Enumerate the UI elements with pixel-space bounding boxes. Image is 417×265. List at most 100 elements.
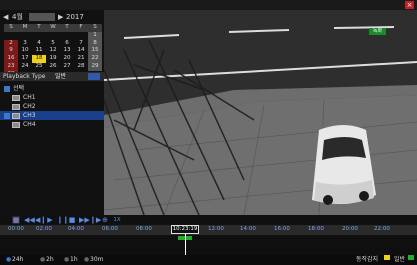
next-month-button[interactable]: ▶ [58, 12, 63, 22]
step-back-icon[interactable]: ◀❙ [35, 216, 46, 224]
legend-color-swatch [408, 255, 414, 260]
weekday-label: M [18, 24, 32, 32]
tree-item-ch4[interactable]: CH4 [0, 120, 104, 129]
calendar-weekday-row: SMTWTFS [4, 24, 102, 32]
legend-label: 동작감지 [356, 256, 379, 263]
camera-icon [12, 112, 20, 119]
camera-icon [12, 94, 20, 101]
cursor-time-label: 10:23:19 [171, 225, 199, 234]
time-cursor[interactable] [185, 234, 186, 255]
calendar-day[interactable]: 23 [4, 62, 18, 71]
calendar-day[interactable]: 11 [32, 47, 46, 55]
calendar-day[interactable]: 9 [4, 47, 18, 56]
time-tick-label: 20:00 [342, 226, 358, 232]
tree-root[interactable]: 선택 [0, 84, 104, 93]
parked-car [312, 125, 376, 205]
calendar-grid: S M T W T F S 1 2 3 4 5 6 7 8 9 10 11 12 13 14 15 16 17 18 19 20 21… [4, 24, 102, 79]
close-button[interactable]: × [405, 1, 414, 9]
calendar-day[interactable]: 22 [88, 55, 102, 63]
time-tick-label: 22:00 [374, 226, 390, 232]
time-tick-label: 14:00 [240, 226, 256, 232]
calendar-week-row: 16 17 18 19 20 21 22 [4, 55, 102, 63]
tree-item-ch2[interactable]: CH2 [0, 102, 104, 111]
calendar-day[interactable]: 7 [74, 40, 88, 48]
tree-item-ch1[interactable]: CH1 [0, 93, 104, 102]
step-forward-icon[interactable]: ❙▶ [90, 216, 101, 224]
calendar-day[interactable]: 14 [74, 47, 88, 55]
video-view[interactable]: 녹화 [104, 10, 417, 215]
radio-icon[interactable]: ● [64, 255, 69, 265]
calendar-day[interactable]: 1 [88, 31, 102, 40]
calendar-day [32, 32, 46, 40]
weekday-label: T [60, 24, 74, 32]
zoom-option-1h[interactable]: 1h [70, 255, 78, 265]
time-tick-label: 06:00 [102, 226, 118, 232]
play-icon[interactable]: ▶ [46, 216, 54, 224]
year-label: 2017 [66, 13, 84, 21]
speed-label[interactable]: 1X [111, 216, 123, 224]
radio-icon[interactable]: ● [40, 255, 45, 265]
radio-icon[interactable]: ● [6, 255, 11, 265]
calendar-day[interactable]: 17 [18, 55, 32, 63]
checkbox-icon[interactable] [4, 85, 10, 92]
bottom-bar: ● 24h ● 2h ● 1h ● 30m 동작감지 일반 [0, 255, 417, 265]
playback-type-dropdown[interactable] [88, 73, 100, 80]
calendar-day[interactable]: 21 [74, 55, 88, 63]
calendar-day[interactable]: 12 [46, 47, 60, 55]
month-label: 4월 [12, 13, 23, 21]
calendar-day[interactable]: 18 [32, 55, 46, 63]
left-panel: ◀ 4월 ▶ 2017 S M T W T F S 1 2 3 4 5 6 7 8 9 10 11 12 13 14 15… [0, 10, 104, 215]
timeline[interactable]: 00:00 02:00 04:00 06:00 08:00 12:00 14:00 16:00… [0, 225, 417, 255]
zoom-option-30m[interactable]: 30m [90, 255, 103, 265]
zoom-option-24h[interactable]: 24h [12, 255, 23, 265]
weekday-label: T [32, 24, 46, 32]
calendar-day[interactable]: 28 [74, 63, 88, 71]
channel-label: CH2 [23, 103, 36, 110]
calendar-day[interactable]: 27 [60, 63, 74, 71]
calendar-day[interactable]: 24 [18, 63, 32, 71]
weekday-label: S [88, 24, 102, 32]
mode-icon[interactable]: ▦ [12, 216, 20, 224]
prev-month-button[interactable]: ◀ [3, 12, 8, 22]
legend-color-swatch [384, 255, 390, 260]
checkbox-icon[interactable] [4, 112, 10, 119]
playback-type-value[interactable]: 일반 [55, 72, 66, 81]
tree-item-ch3[interactable]: CH3 [0, 111, 104, 120]
calendar-day[interactable]: 6 [60, 40, 74, 48]
playback-controls: ▦ ◀◀ ◀❙ ▶ ❙❙ ■ ▶▶ ❙▶ ⊕ 1X [0, 215, 417, 225]
calendar-day[interactable]: 25 [32, 63, 46, 71]
channel-label: CH3 [23, 112, 36, 119]
calendar-day[interactable]: 16 [4, 55, 18, 63]
time-tick-label: 12:00 [208, 226, 224, 232]
zoom-icon[interactable]: ⊕ [101, 216, 109, 224]
calendar-day[interactable]: 20 [60, 55, 74, 63]
calendar-day[interactable]: 15 [88, 47, 102, 56]
camera-icon [12, 103, 20, 110]
calendar-day[interactable]: 2 [4, 39, 18, 48]
time-tick-label: 02:00 [36, 226, 52, 232]
calendar-day[interactable]: 13 [60, 47, 74, 55]
calendar-day [46, 32, 60, 40]
month-dropdown[interactable] [29, 13, 55, 21]
time-ruler[interactable]: 00:00 02:00 04:00 06:00 08:00 12:00 14:00 16:00… [0, 225, 417, 235]
radio-icon[interactable]: ● [84, 255, 89, 265]
playback-type-label: Playback Type [3, 73, 46, 80]
calendar-day [4, 32, 18, 40]
calendar-day[interactable]: 4 [32, 40, 46, 48]
time-tick-label: 16:00 [274, 226, 290, 232]
stop-icon[interactable]: ■ [68, 216, 76, 224]
calendar-day[interactable]: 19 [46, 55, 60, 63]
calendar-week-row: 9 10 11 12 13 14 15 [4, 47, 102, 56]
rewind-icon[interactable]: ◀◀ [24, 216, 35, 224]
tree-root-label: 선택 [13, 85, 25, 92]
calendar-day[interactable]: 26 [46, 63, 60, 71]
calendar-day[interactable]: 29 [88, 62, 102, 71]
zoom-option-2h[interactable]: 2h [46, 255, 54, 265]
calendar-day[interactable]: 5 [46, 40, 60, 48]
time-tick-label: 00:00 [8, 226, 24, 232]
calendar-day[interactable]: 8 [88, 39, 102, 48]
calendar-day[interactable]: 3 [18, 40, 32, 48]
pause-icon[interactable]: ❙❙ [57, 216, 69, 224]
calendar-day[interactable]: 10 [18, 47, 32, 55]
fast-forward-icon[interactable]: ▶▶ [79, 216, 90, 224]
